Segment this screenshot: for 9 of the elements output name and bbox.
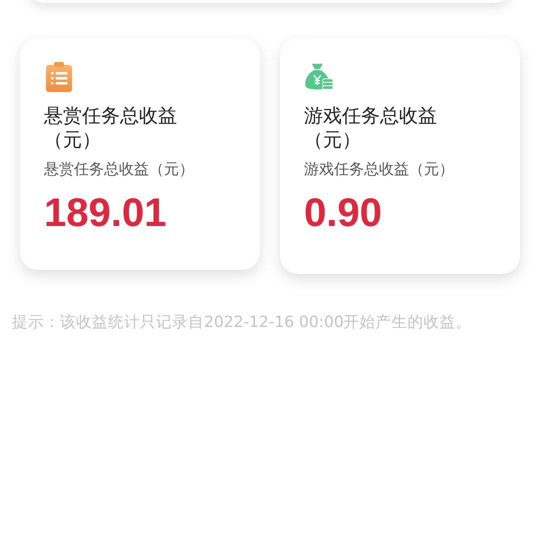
card-title: 悬赏任务总收益（元） [44,104,178,152]
earnings-amount: 189.01 [44,191,168,236]
card-subtitle: 游戏任务总收益（元） [304,160,455,179]
money-bag-icon [304,62,334,92]
clipboard-icon [44,62,74,92]
earnings-amount: 0.90 [304,191,383,236]
tip-text: 提示：该收益统计只记录自2022-12-16 00:00开始产生的收益。 [11,312,473,333]
card-title: 游戏任务总收益（元） [304,104,438,152]
card-subtitle: 悬赏任务总收益（元） [44,160,195,179]
